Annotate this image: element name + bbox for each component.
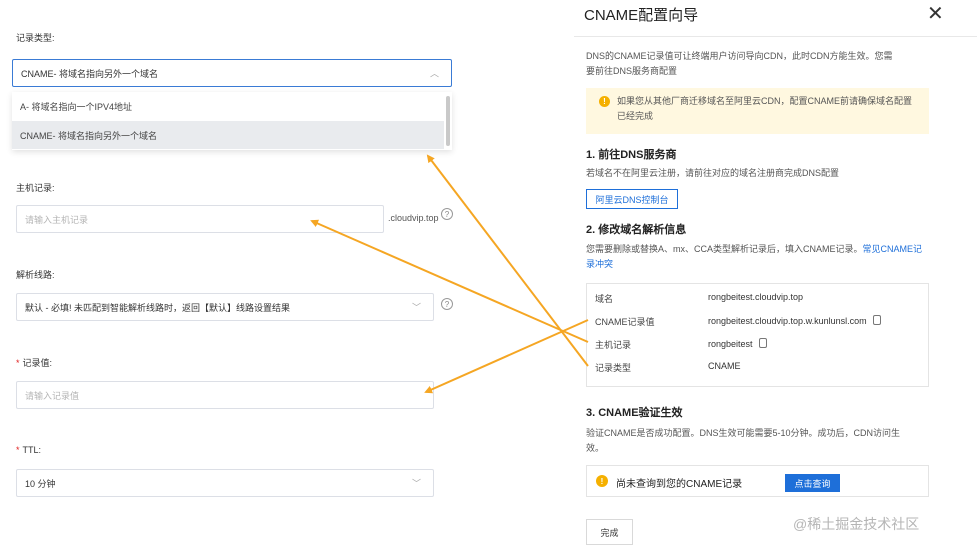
ttl-label: * TTL: [16, 445, 41, 455]
record-value: rongbeitest.cloudvip.top.w.kunlunsl.com [708, 316, 867, 326]
record-value-label-text: 记录值: [22, 358, 53, 368]
query-button[interactable]: 点击查询 [785, 474, 840, 492]
record-key: CNAME记录值 [595, 317, 655, 327]
step2-title: 2. 修改域名解析信息 [586, 224, 687, 236]
resolve-line-value: 默认 - 必填! 未匹配到智能解析线路时，返回【默认】线路设置结果 [25, 302, 291, 313]
record-value: rongbeitest [708, 339, 753, 349]
record-type-dropdown: A- 将域名指向一个IPV4地址 CNAME- 将域名指向另外一个域名 [12, 92, 452, 150]
record-type-label: 记录类型: [16, 33, 55, 43]
intro-line-2: 要前往DNS服务商配置 [586, 66, 678, 76]
step2-desc: 您需要删除或替换A、mx、CCA类型解析记录后，填入CNAME记录。常见CNAM… [586, 242, 926, 272]
ttl-value: 10 分钟 [25, 478, 56, 489]
help-icon[interactable]: ? [441, 208, 453, 220]
copy-icon[interactable] [758, 338, 767, 348]
record-type-value: CNAME- 将域名指向另外一个域名 [21, 68, 159, 79]
warning-icon: ! [599, 96, 610, 107]
step1-desc: 若域名不在阿里云注册，请前往对应的域名注册商完成DNS配置 [586, 168, 840, 178]
copy-icon[interactable] [872, 315, 881, 325]
migration-tip: ! 如果您从其他厂商迁移域名至阿里云CDN，配置CNAME前请确保域名配置已经完… [586, 88, 929, 134]
host-record-placeholder: 请输入主机记录 [25, 214, 89, 225]
ttl-label-text: TTL: [22, 445, 42, 455]
cname-status-box: ! 尚未查询到您的CNAME记录 点击查询 [586, 465, 929, 497]
step2-desc-text: 您需要删除或替换A、mx、CCA类型解析记录后，填入CNAME记录。 [586, 244, 863, 254]
chevron-down-icon: ﹀ [411, 478, 421, 489]
resolve-line-label: 解析线路: [16, 270, 55, 280]
step1-title: 1. 前往DNS服务商 [586, 149, 677, 161]
ttl-select[interactable]: 10 分钟 ﹀ [16, 469, 434, 497]
cname-wizard-panel: CNAME配置向导 ✕ DNS的CNAME记录值可让终端用户访问导向CDN，此时… [574, 0, 977, 550]
dns-console-button[interactable]: 阿里云DNS控制台 [586, 189, 678, 209]
record-value-placeholder: 请输入记录值 [25, 390, 80, 401]
record-type-select[interactable]: CNAME- 将域名指向另外一个域名 ︿ [12, 59, 452, 87]
record-value: rongbeitest.cloudvip.top [708, 292, 804, 302]
title-divider [574, 36, 977, 37]
record-key: 记录类型 [595, 363, 632, 373]
intro-line-1: DNS的CNAME记录值可让终端用户访问导向CDN，此时CDN方能生效。您需 [586, 51, 893, 61]
dropdown-scrollbar[interactable] [446, 96, 450, 146]
record-key: 域名 [595, 294, 614, 304]
status-text: 尚未查询到您的CNAME记录 [616, 479, 743, 490]
record-value-input[interactable]: 请输入记录值 [16, 381, 434, 409]
watermark: @稀土掘金技术社区 [793, 516, 920, 532]
record-key: 主机记录 [595, 340, 632, 350]
required-mark: * [16, 445, 20, 455]
chevron-up-icon: ︿ [429, 68, 439, 79]
record-value-row: rongbeitest [708, 338, 767, 349]
cname-record-table: 域名 rongbeitest.cloudvip.top CNAME记录值 ron… [586, 283, 929, 387]
chevron-down-icon: ﹀ [411, 302, 421, 313]
resolve-line-select[interactable]: 默认 - 必填! 未匹配到智能解析线路时，返回【默认】线路设置结果 ﹀ [16, 293, 434, 321]
close-icon[interactable]: ✕ [927, 1, 944, 26]
step3-desc-line-2: 效。 [586, 443, 605, 453]
required-mark: * [16, 358, 20, 368]
option-cname-record[interactable]: CNAME- 将域名指向另外一个域名 [12, 121, 444, 149]
help-icon[interactable]: ? [441, 298, 453, 310]
record-value-label: * 记录值: [16, 356, 52, 369]
wizard-title: CNAME配置向导 [584, 7, 699, 24]
warning-icon: ! [596, 475, 608, 487]
option-a-record[interactable]: A- 将域名指向一个IPV4地址 [12, 92, 444, 120]
record-value: CNAME [708, 361, 741, 371]
tip-text: 如果您从其他厂商迁移域名至阿里云CDN，配置CNAME前请确保域名配置已经完成 [617, 96, 913, 121]
step3-title: 3. CNAME验证生效 [586, 407, 683, 419]
host-record-input[interactable]: 请输入主机记录 [16, 205, 384, 233]
host-record-label: 主机记录: [16, 183, 55, 193]
dns-record-form: 记录类型: CNAME- 将域名指向另外一个域名 ︿ A- 将域名指向一个IPV… [0, 0, 460, 550]
done-button[interactable]: 完成 [586, 519, 633, 545]
domain-suffix: .cloudvip.top [388, 213, 439, 223]
record-value-row: rongbeitest.cloudvip.top.w.kunlunsl.com [708, 315, 881, 326]
step3-desc-line-1: 验证CNAME是否成功配置。DNS生效可能需要5-10分钟。成功后，CDN访问生 [586, 428, 901, 438]
